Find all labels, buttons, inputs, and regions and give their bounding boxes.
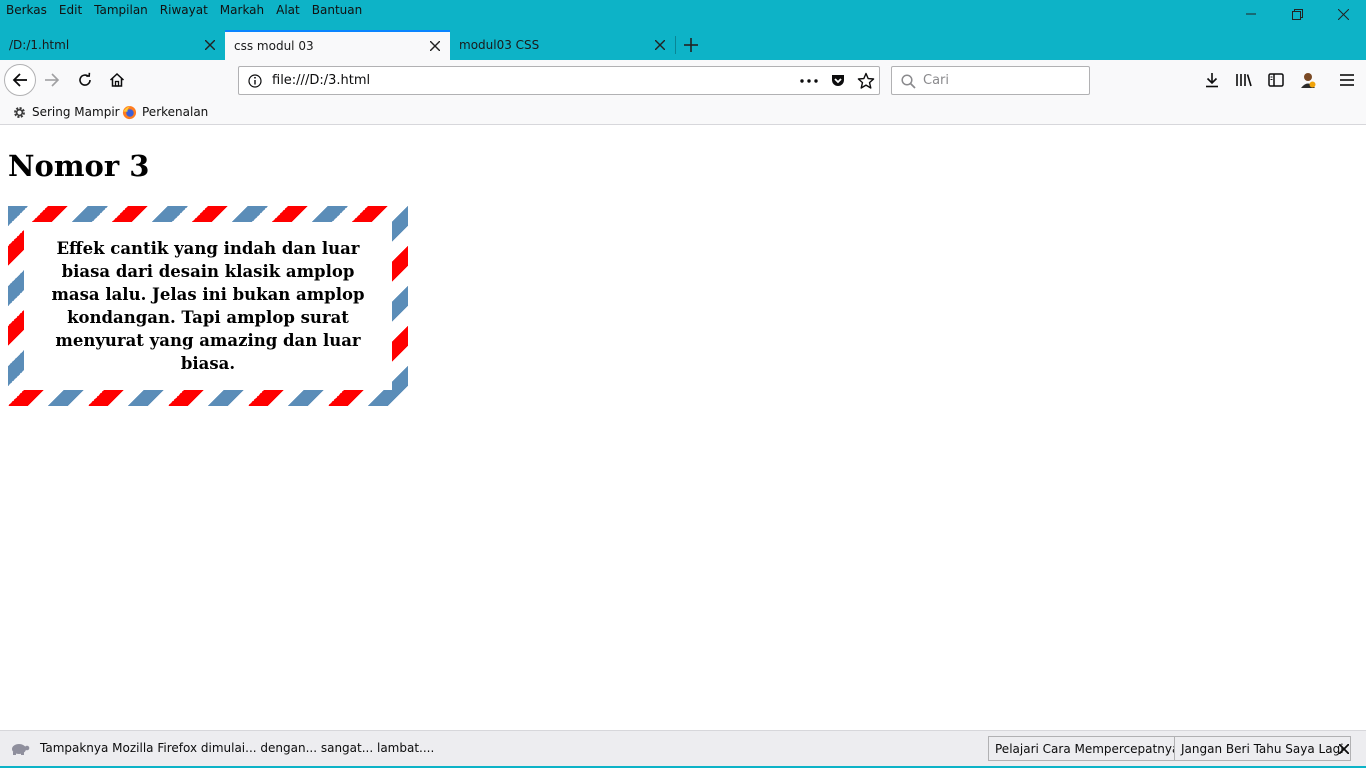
- minimize-icon: [1246, 13, 1256, 15]
- tab-label: css modul 03: [234, 39, 314, 53]
- airmail-envelope-box: Effek cantik yang indah dan luar biasa d…: [8, 206, 408, 406]
- menu-alat[interactable]: Alat: [270, 2, 306, 18]
- learn-speedup-button[interactable]: Pelajari Cara Mempercepatnya: [988, 736, 1187, 761]
- account-button[interactable]: [1296, 68, 1320, 92]
- menu-berkas[interactable]: Berkas: [0, 2, 53, 18]
- close-tab-button[interactable]: [424, 35, 446, 57]
- hamburger-icon: [1340, 74, 1354, 86]
- forward-button[interactable]: [40, 68, 64, 92]
- home-button[interactable]: [105, 68, 129, 92]
- tab-separator: [675, 36, 676, 54]
- menu-bar: Berkas Edit Tampilan Riwayat Markah Alat…: [0, 2, 368, 18]
- close-window-button[interactable]: [1320, 0, 1366, 28]
- more-actions-icon[interactable]: [800, 79, 818, 83]
- search-input[interactable]: Cari: [923, 73, 949, 88]
- bookmark-label: Sering Mampir: [32, 105, 120, 119]
- menu-riwayat[interactable]: Riwayat: [154, 2, 214, 18]
- page-heading: Nomor 3: [8, 149, 150, 183]
- slow-turtle-icon: [12, 744, 30, 755]
- bookmark-star-icon[interactable]: [857, 72, 875, 90]
- user-avatar-icon: [1301, 73, 1316, 88]
- title-bar: Berkas Edit Tampilan Riwayat Markah Alat…: [0, 0, 1366, 30]
- bookmarks-toolbar: Sering Mampir Perkenalan: [0, 100, 1366, 125]
- reload-icon: [79, 72, 91, 86]
- navigation-toolbar: file:///D:/3.html Cari: [0, 60, 1366, 100]
- close-tab-button[interactable]: [649, 34, 671, 56]
- menu-bantuan[interactable]: Bantuan: [306, 2, 368, 18]
- envelope-inner: Effek cantik yang indah dan luar biasa d…: [24, 222, 392, 390]
- home-icon: [109, 72, 125, 87]
- notification-bar: Tampaknya Mozilla Firefox dimulai... den…: [0, 730, 1366, 766]
- close-icon: [430, 41, 440, 51]
- sidebar-icon: [1268, 73, 1284, 87]
- back-button[interactable]: [4, 64, 36, 96]
- minimize-button[interactable]: [1228, 0, 1274, 28]
- bookmark-sering-mampir[interactable]: Sering Mampir: [12, 103, 120, 121]
- close-icon: [205, 40, 215, 50]
- url-bar[interactable]: file:///D:/3.html: [238, 66, 880, 95]
- restore-icon: [1291, 8, 1303, 20]
- sidebar-button[interactable]: [1264, 68, 1288, 92]
- restore-button[interactable]: [1274, 0, 1320, 28]
- library-icon: [1236, 74, 1252, 87]
- menu-edit[interactable]: Edit: [53, 2, 88, 18]
- tab-css-modul-03[interactable]: css modul 03: [225, 30, 450, 60]
- download-icon: [1206, 73, 1218, 88]
- menu-tampilan[interactable]: Tampilan: [88, 2, 154, 18]
- arrow-right-icon: [45, 73, 60, 87]
- notification-message: Tampaknya Mozilla Firefox dimulai... den…: [40, 741, 435, 755]
- tab-1-html[interactable]: /D:/1.html: [0, 30, 225, 60]
- bookmark-label: Perkenalan: [142, 105, 209, 119]
- menu-button[interactable]: [1335, 68, 1359, 92]
- plus-icon: [684, 38, 698, 52]
- envelope-text: Effek cantik yang indah dan luar biasa d…: [51, 239, 365, 373]
- close-icon: [1339, 744, 1349, 754]
- tab-label: modul03 CSS: [459, 38, 540, 52]
- search-bar[interactable]: Cari: [891, 66, 1090, 95]
- bookmark-perkenalan[interactable]: Perkenalan: [122, 103, 208, 121]
- downloads-button[interactable]: [1200, 68, 1224, 92]
- tab-modul03-css[interactable]: modul03 CSS: [450, 30, 675, 60]
- tab-label: /D:/1.html: [9, 38, 70, 52]
- gear-icon: [14, 106, 25, 118]
- library-button[interactable]: [1232, 68, 1256, 92]
- dont-tell-again-button[interactable]: Jangan Beri Tahu Saya Lagi: [1174, 736, 1351, 761]
- url-text: file:///D:/3.html: [272, 73, 371, 88]
- close-icon: [1337, 8, 1349, 20]
- search-icon: [901, 74, 916, 89]
- new-tab-button[interactable]: [678, 30, 704, 60]
- info-icon[interactable]: [248, 74, 262, 88]
- arrow-left-icon: [12, 73, 27, 87]
- close-notification-button[interactable]: [1334, 739, 1354, 759]
- menu-markah[interactable]: Markah: [214, 2, 270, 18]
- window-controls: [1228, 0, 1366, 28]
- close-icon: [655, 40, 665, 50]
- pocket-icon[interactable]: [830, 73, 846, 89]
- close-tab-button[interactable]: [199, 34, 221, 56]
- firefox-icon: [122, 105, 137, 119]
- reload-button[interactable]: [73, 68, 97, 92]
